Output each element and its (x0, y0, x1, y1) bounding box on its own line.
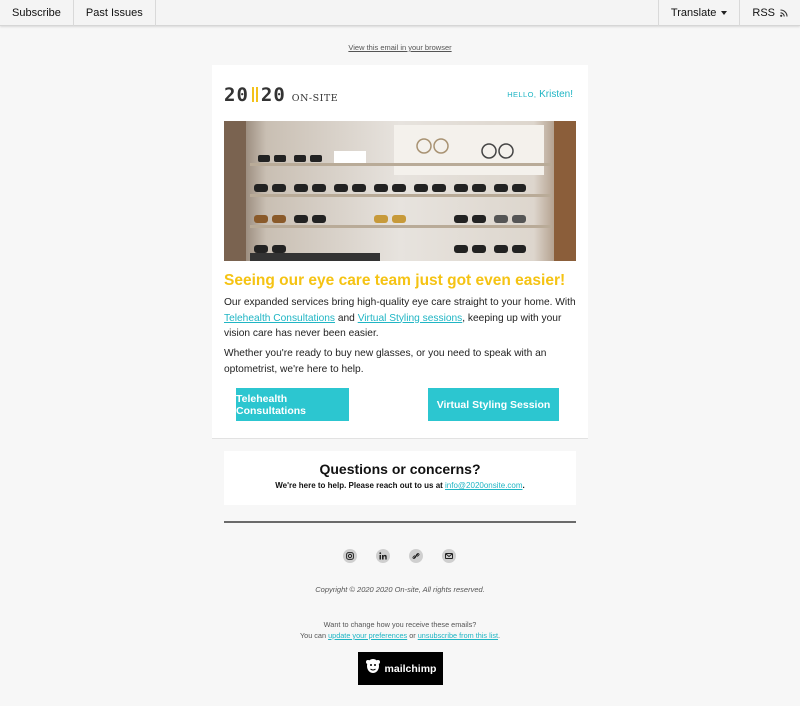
subscribe-label: Subscribe (12, 7, 61, 19)
logo-number-left: 20 (224, 84, 249, 106)
email-card: 20 20 ON-SITE HELLO, Kristen! Seeing our… (212, 65, 588, 439)
virtual-styling-inline-link[interactable]: Virtual Styling sessions (358, 313, 463, 324)
subscribe-link[interactable]: Subscribe (0, 0, 74, 26)
questions-text-start: We're here to help. Please reach out to … (275, 481, 446, 490)
mailchimp-badge[interactable]: mailchimp (358, 652, 443, 685)
translate-label: Translate (670, 7, 717, 19)
logo-subtitle: ON-SITE (291, 93, 339, 104)
update-preferences-link[interactable]: update your preferences (328, 631, 407, 640)
intro-text-mid: and (335, 312, 358, 324)
questions-title: Questions or concerns? (319, 461, 481, 477)
social-links (343, 549, 456, 563)
translate-dropdown[interactable]: Translate (657, 0, 739, 26)
intro-paragraph: Our expanded services bring high-quality… (224, 295, 576, 342)
copyright-text: Copyright © 2020 2020 On-site, All right… (315, 585, 485, 594)
prefs-or: or (407, 631, 418, 640)
unsubscribe-link[interactable]: unsubscribe from this list (418, 631, 498, 640)
help-paragraph: Whether you're ready to buy new glasses,… (224, 348, 547, 375)
rss-label: RSS (752, 7, 775, 19)
contact-email-link[interactable]: info@2020onsite.com (445, 481, 523, 490)
logo: 20 20 ON-SITE (224, 84, 338, 106)
past-issues-label: Past Issues (85, 7, 143, 19)
caret-down-icon (721, 11, 728, 15)
rss-icon (780, 9, 788, 17)
questions-text: We're here to help. Please reach out to … (224, 481, 576, 490)
mailchimp-freddie-icon (365, 657, 381, 680)
hero-image (224, 121, 576, 261)
linkedin-icon[interactable] (376, 549, 390, 563)
preferences-text: Want to change how you receive these ema… (0, 619, 800, 641)
logo-bars-icon (251, 87, 258, 102)
questions-box: Questions or concerns? We're here to hel… (224, 451, 576, 505)
footer-divider (224, 521, 576, 523)
virtual-styling-session-button[interactable]: Virtual Styling Session (428, 388, 559, 421)
email-icon[interactable] (442, 549, 456, 563)
preferences-line2: You can update your preferences or unsub… (0, 630, 800, 641)
instagram-icon[interactable] (343, 549, 357, 563)
top-bar: Subscribe Past Issues Translate RSS (0, 0, 800, 26)
headline: Seeing our eye care team just got even e… (224, 272, 566, 289)
questions-text-end: . (522, 481, 525, 490)
telehealth-consultations-button[interactable]: Telehealth Consultations (236, 388, 349, 421)
preferences-line1: Want to change how you receive these ema… (323, 620, 477, 629)
greeting-name: Kristen! (539, 89, 573, 100)
greeting-label: HELLO, (507, 90, 537, 99)
prefs-end: . (498, 631, 501, 640)
view-in-browser-link[interactable]: View this email in your browser (0, 43, 800, 52)
prefs-you-can: You can (299, 631, 329, 640)
mailchimp-label: mailchimp (384, 662, 437, 675)
greeting: HELLO, Kristen! (507, 89, 573, 100)
logo-number-right: 20 (260, 84, 286, 106)
rss-link[interactable]: RSS (739, 0, 800, 26)
intro-text-start: Our expanded services bring high-quality… (224, 297, 576, 308)
link-icon[interactable] (409, 549, 423, 563)
past-issues-link[interactable]: Past Issues (74, 0, 156, 26)
telehealth-inline-link[interactable]: Telehealth Consultations (224, 313, 335, 324)
